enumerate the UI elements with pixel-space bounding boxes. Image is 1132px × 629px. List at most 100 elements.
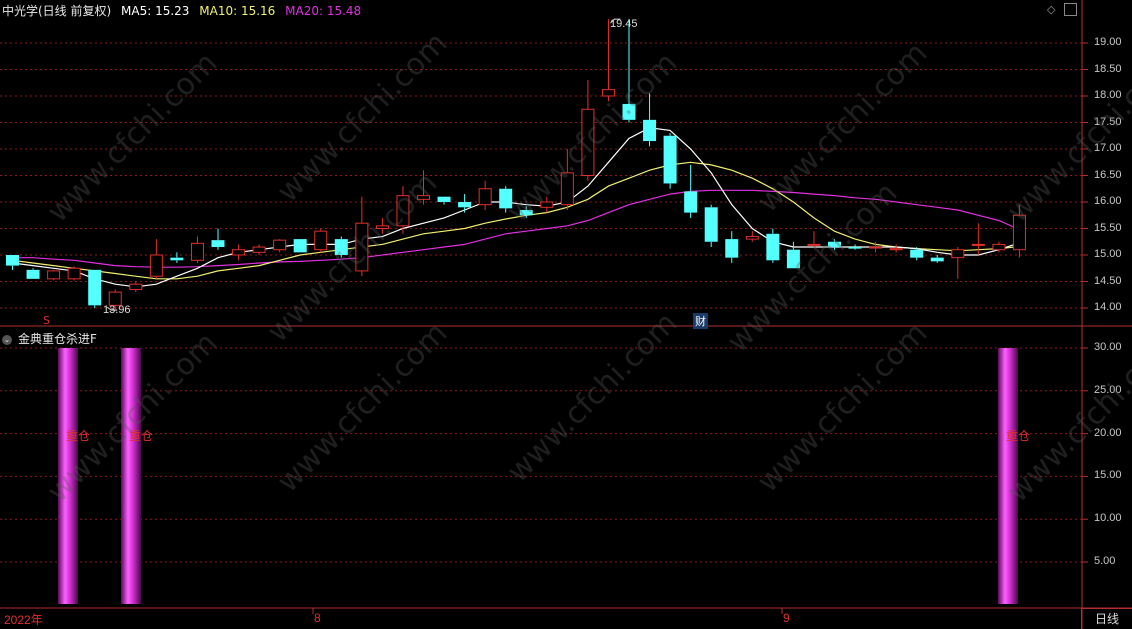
low-price-label: 13.96	[103, 304, 131, 316]
price-tick-label: 14.50	[1094, 274, 1122, 287]
indicator-title[interactable]: 金典重仓杀进F	[18, 332, 97, 346]
stock-title[interactable]: 中光学(日线 前复权)	[2, 4, 111, 18]
candle-body	[540, 201, 554, 208]
time-label-year: 2022年	[4, 613, 43, 627]
candle-body	[663, 135, 677, 184]
candle	[334, 236, 348, 258]
signal-label: 重仓	[1006, 429, 1031, 443]
candle-body	[232, 249, 246, 256]
indicator-tick-label: 5.00	[1094, 555, 1116, 567]
candle-body	[745, 235, 759, 240]
candle	[47, 269, 61, 281]
signal-bar	[58, 348, 78, 604]
candle-body	[293, 239, 307, 253]
candle	[67, 266, 81, 281]
candle-body	[848, 247, 862, 249]
price-tick-label: 17.00	[1094, 142, 1122, 154]
candle-body	[519, 209, 533, 216]
candle-body	[889, 248, 903, 251]
candle-body	[67, 267, 81, 280]
maximize-icon[interactable]	[1064, 3, 1077, 16]
candle-body	[930, 257, 944, 262]
candle-body	[725, 239, 739, 258]
candle-body	[437, 196, 451, 202]
candle-body	[951, 249, 965, 259]
candle-body	[26, 269, 40, 279]
signal-label: 重仓	[66, 429, 91, 443]
indicator-tick-label: 10.00	[1094, 512, 1122, 525]
price-tick-label: 18.00	[1094, 89, 1122, 101]
candle	[704, 204, 718, 248]
candle-body	[766, 233, 780, 261]
candle-body	[355, 222, 369, 272]
candle-body	[6, 255, 19, 266]
high-price-label: 19.45	[610, 18, 638, 30]
candle-body	[396, 195, 410, 227]
time-label-aug: 8	[314, 611, 321, 625]
indicator-tick-label: 25.00	[1094, 383, 1122, 396]
candle	[88, 269, 102, 308]
candle	[663, 133, 677, 189]
candle-body	[992, 243, 1006, 251]
indicator-tick-label: 15.00	[1094, 469, 1122, 482]
ma5-label: MA5: 15.23	[121, 4, 190, 18]
candle-body	[478, 188, 492, 206]
candle-body	[499, 188, 513, 209]
price-tick-label: 18.50	[1094, 62, 1122, 75]
candle-body	[684, 191, 698, 213]
timeframe-button[interactable]: 日线	[1081, 608, 1132, 629]
candle-body	[601, 89, 615, 97]
candle-body	[190, 242, 204, 261]
candle	[293, 239, 307, 253]
candle-body	[786, 249, 800, 269]
signal-label: 重仓	[129, 429, 154, 443]
price-header: 中光学(日线 前复权) MA5: 15.23 MA10: 15.16 MA20:…	[2, 2, 367, 19]
diamond-icon[interactable]: ◇	[1047, 3, 1055, 16]
stock-chart[interactable]	[0, 0, 1132, 629]
candle-body	[170, 257, 184, 261]
price-tick-label: 19.00	[1094, 36, 1122, 48]
candle	[26, 268, 40, 279]
indicator-tick-label: 20.00	[1094, 426, 1122, 439]
ma10-label: MA10: 15.16	[199, 4, 276, 18]
candle-body	[910, 249, 924, 258]
chevron-down-icon[interactable]: ⌄	[2, 334, 12, 345]
price-tick-label: 17.50	[1094, 115, 1122, 128]
candle-body	[458, 202, 472, 208]
s-marker: S	[43, 314, 50, 327]
candle-body	[869, 246, 883, 249]
candle-body	[252, 246, 266, 253]
price-tick-label: 14.00	[1094, 301, 1122, 313]
indicator-header: ⌄ 金典重仓杀进F	[2, 330, 103, 347]
candle-body	[560, 172, 574, 206]
candle-body	[971, 243, 985, 246]
price-tick-label: 15.50	[1094, 221, 1122, 234]
candle-body	[622, 103, 636, 120]
candle-body	[581, 108, 595, 176]
candle-body	[211, 240, 225, 248]
price-tick-label: 16.50	[1094, 168, 1122, 181]
ma20-label: MA20: 15.48	[285, 4, 362, 18]
price-tick-label: 16.00	[1094, 195, 1122, 207]
indicator-tick-label: 30.00	[1094, 341, 1122, 353]
candle-body	[88, 269, 102, 306]
financial-report-marker[interactable]: 财	[693, 313, 708, 329]
candle-body	[314, 230, 328, 251]
candle-body	[47, 270, 61, 280]
candle-body	[129, 283, 143, 290]
candle-body	[149, 254, 163, 277]
candle-body	[334, 239, 348, 255]
candle-body	[375, 225, 389, 230]
price-tick-label: 15.00	[1094, 248, 1122, 260]
time-label-sep: 9	[783, 611, 790, 625]
candle-body	[417, 195, 430, 200]
candle	[314, 228, 328, 253]
signal-bar	[121, 348, 141, 604]
candle-body	[643, 119, 657, 142]
candle-body	[828, 241, 841, 248]
candle-body	[1012, 214, 1026, 251]
candle-body	[704, 207, 718, 242]
candle-body	[273, 239, 287, 251]
signal-bar	[998, 348, 1018, 604]
candle-body	[807, 243, 821, 246]
